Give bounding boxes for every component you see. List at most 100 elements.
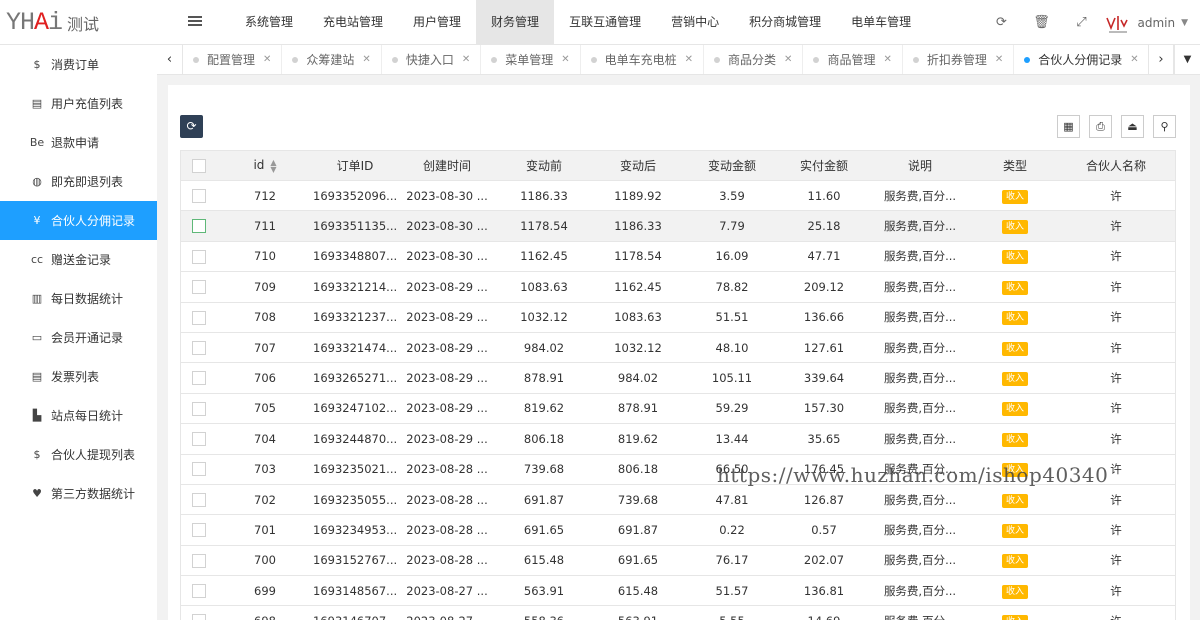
row-select-cell xyxy=(181,371,217,386)
table-cell: 服务费,百分... xyxy=(883,279,957,294)
column-header-label: 合伙人名称 xyxy=(1085,159,1146,173)
table-row[interactable]: 705 1693247102... 2023-08-29 ... 819.62 878.… xyxy=(181,394,1175,425)
sidebar-item[interactable]: ▤ 用户充值列表 xyxy=(0,84,157,123)
tab[interactable]: 电单车充电桩 ✕ xyxy=(581,45,705,74)
tab[interactable]: 折扣券管理 ✕ xyxy=(903,45,1015,74)
chevron-down-icon[interactable]: ▼ xyxy=(1181,18,1188,28)
close-icon[interactable]: ✕ xyxy=(263,45,271,74)
tab[interactable]: 众筹建站 ✕ xyxy=(282,45,382,74)
topnav-item[interactable]: 财务管理 xyxy=(476,0,555,45)
table-cell: 服务费,百分... xyxy=(883,492,957,507)
row-checkbox[interactable] xyxy=(192,249,206,264)
sidebar-item[interactable]: Be 退款申请 xyxy=(0,123,157,162)
tab[interactable]: 菜单管理 ✕ xyxy=(481,45,581,74)
close-icon[interactable]: ✕ xyxy=(561,45,569,74)
tab[interactable]: 配置管理 ✕ xyxy=(183,45,283,74)
fullscreen-icon[interactable]: ⤢ xyxy=(1061,15,1101,30)
table-cell: 服务费,百分... xyxy=(883,249,957,264)
row-checkbox[interactable] xyxy=(192,432,206,447)
row-checkbox[interactable] xyxy=(192,553,206,568)
table-row[interactable]: 711 1693351135... 2023-08-30 ... 1178.54 118… xyxy=(181,211,1175,242)
row-checkbox[interactable] xyxy=(192,340,206,355)
table-row[interactable]: 707 1693321474... 2023-08-29 ... 984.02 1032… xyxy=(181,333,1175,364)
sidebar-item[interactable]: $ 合伙人提现列表 xyxy=(0,435,157,474)
close-icon[interactable]: ✕ xyxy=(685,45,693,74)
heart-icon: ♥ xyxy=(32,487,42,500)
print-icon[interactable]: ⎙ xyxy=(1089,115,1112,138)
close-icon[interactable]: ✕ xyxy=(995,45,1003,74)
tabs-menu-chevron-icon[interactable]: ▼ xyxy=(1174,45,1200,74)
close-icon[interactable]: ✕ xyxy=(1130,45,1138,74)
table-row[interactable]: 6981693146707...2023-08-27 ...558.36563.… xyxy=(181,606,1175,620)
row-checkbox[interactable] xyxy=(192,371,206,386)
trash-icon[interactable]: 🗑 xyxy=(1021,15,1061,30)
sidebar-item[interactable]: ◍ 即充即退列表 xyxy=(0,162,157,201)
table-row[interactable]: 706 1693265271... 2023-08-29 ... 878.91 984.… xyxy=(181,363,1175,394)
topnav-item[interactable]: 电单车管理 xyxy=(836,0,926,45)
table-cell: 5.55 xyxy=(685,614,779,620)
row-checkbox[interactable] xyxy=(192,219,206,234)
table-refresh-button[interactable]: ⟳ xyxy=(180,115,203,138)
table-row[interactable]: 701 1693234953... 2023-08-28 ... 691.65 691.… xyxy=(181,515,1175,546)
topnav-item[interactable]: 积分商城管理 xyxy=(734,0,836,45)
topnav-item[interactable]: 营销中心 xyxy=(656,0,734,45)
row-checkbox[interactable] xyxy=(192,188,206,203)
close-icon[interactable]: ✕ xyxy=(883,45,891,74)
sidebar-item[interactable]: $ 消费订单 xyxy=(0,45,157,84)
tab[interactable]: 快捷入口 ✕ xyxy=(382,45,482,74)
search-icon[interactable]: ⚲ xyxy=(1153,115,1176,138)
row-checkbox[interactable] xyxy=(192,584,206,599)
sidebar-item[interactable]: cc 赠送金记录 xyxy=(0,240,157,279)
sidebar-item[interactable]: ▙ 站点每日统计 xyxy=(0,396,157,435)
column-header[interactable]: id ▲ ▼ xyxy=(217,158,313,173)
table-row[interactable]: 708 1693321237... 2023-08-29 ... 1032.12 108… xyxy=(181,303,1175,333)
user-name[interactable]: admin xyxy=(1137,16,1175,30)
table-cell: 1693152767... xyxy=(313,553,397,568)
sidebar-item[interactable]: ▤ 发票列表 xyxy=(0,357,157,396)
topnav-item[interactable]: 互联互通管理 xyxy=(554,0,656,45)
tab[interactable]: 商品管理 ✕ xyxy=(803,45,903,74)
tabs-scroll-right-icon[interactable]: › xyxy=(1148,45,1174,74)
table-row[interactable]: 709 1693321214... 2023-08-29 ... 1083.63 116… xyxy=(181,272,1175,303)
row-checkbox[interactable] xyxy=(192,523,206,538)
sidebar-item[interactable]: ▥ 每日数据统计 xyxy=(0,279,157,318)
sort-icon[interactable]: ▲ ▼ xyxy=(270,158,276,173)
column-header: 说明 xyxy=(869,157,971,174)
table-cell: 2023-08-27 ... xyxy=(406,583,488,598)
table-row[interactable]: 704 1693244870... 2023-08-29 ... 806.18 819.… xyxy=(181,424,1175,455)
avatar[interactable] xyxy=(1105,10,1131,36)
close-icon[interactable]: ✕ xyxy=(362,45,370,74)
export-icon[interactable]: ⏏ xyxy=(1121,115,1144,138)
table-row[interactable]: 699 1693148567... 2023-08-27 ... 563.91 615.… xyxy=(181,576,1175,607)
table-row[interactable]: 702 1693235055... 2023-08-28 ... 691.87 739.… xyxy=(181,485,1175,516)
tabs-scroll-left-icon[interactable]: ‹ xyxy=(157,45,183,74)
sidebar-item-label: 站点每日统计 xyxy=(51,409,124,423)
row-checkbox[interactable] xyxy=(192,280,206,295)
tab[interactable]: 商品分类 ✕ xyxy=(704,45,804,74)
table-row[interactable]: 712 1693352096... 2023-08-30 ... 1186.33 118… xyxy=(181,181,1175,212)
table-cell: 许 xyxy=(1110,188,1122,203)
topnav-item[interactable]: 系统管理 xyxy=(230,0,308,45)
select-all-checkbox[interactable] xyxy=(192,158,206,173)
table-cell: 819.62 xyxy=(523,401,565,416)
table-cell: 1693235021... xyxy=(313,462,397,477)
sidebar-item[interactable]: ¥ 合伙人分佣记录 xyxy=(0,201,157,240)
close-icon[interactable]: ✕ xyxy=(462,45,470,74)
table-row[interactable]: 710 1693348807... 2023-08-30 ... 1162.45 117… xyxy=(181,242,1175,273)
menu-toggle-icon[interactable] xyxy=(188,16,202,27)
columns-filter-icon[interactable]: ▦ xyxy=(1057,115,1080,138)
topnav-item[interactable]: 充电站管理 xyxy=(308,0,398,45)
row-checkbox[interactable] xyxy=(192,401,206,416)
table-row[interactable]: 700 1693152767... 2023-08-28 ... 615.48 691.… xyxy=(181,546,1175,577)
row-checkbox[interactable] xyxy=(192,614,206,620)
sidebar-item[interactable]: ▭ 会员开通记录 xyxy=(0,318,157,357)
topnav-item[interactable]: 用户管理 xyxy=(398,0,476,45)
row-checkbox[interactable] xyxy=(192,310,206,325)
table-cell: 收入 xyxy=(971,340,1059,356)
row-checkbox[interactable] xyxy=(192,462,206,477)
close-icon[interactable]: ✕ xyxy=(784,45,792,74)
refresh-icon[interactable]: ⟳ xyxy=(981,15,1021,30)
row-checkbox[interactable] xyxy=(192,492,206,507)
tab[interactable]: 合伙人分佣记录 ✕ xyxy=(1014,45,1150,74)
sidebar-item[interactable]: ♥ 第三方数据统计 xyxy=(0,474,157,513)
